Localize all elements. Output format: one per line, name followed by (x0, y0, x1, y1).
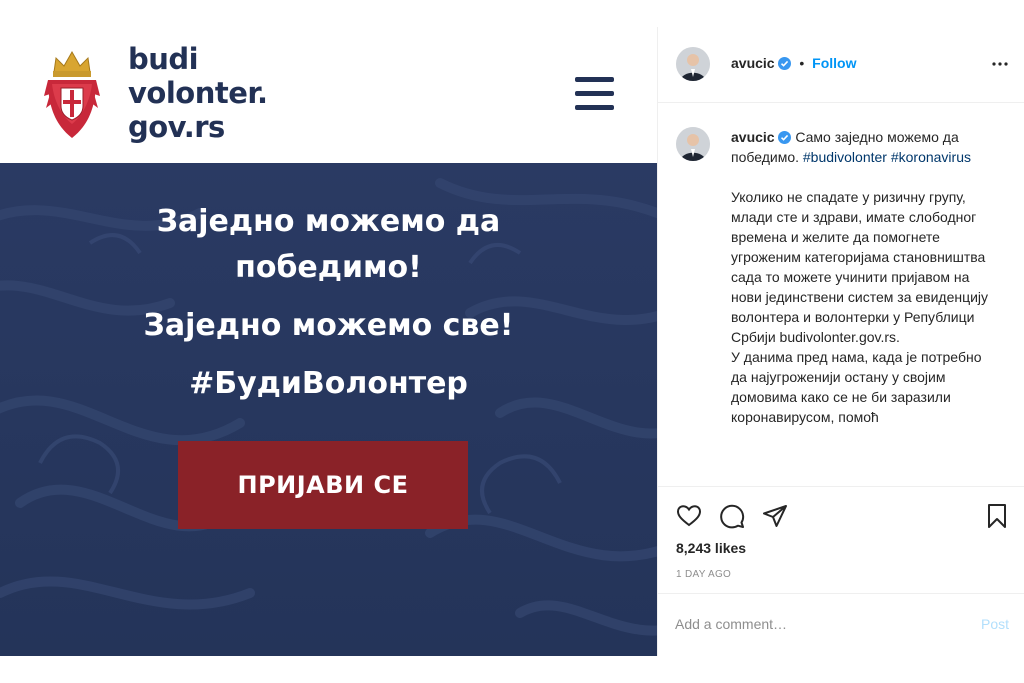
username[interactable]: avucic (731, 55, 775, 71)
comment-bar: Post (658, 593, 1024, 656)
hashtag-link[interactable]: #koronavirus (891, 149, 971, 165)
share-icon[interactable] (762, 503, 788, 529)
likes-count[interactable]: 8,243 likes (676, 540, 746, 556)
signup-button[interactable]: ПРИЈАВИ СЕ (178, 441, 468, 529)
post-actions (658, 487, 1024, 537)
site-header: budi volonter. gov.rs (0, 27, 657, 163)
brand-line-3: gov.rs (128, 110, 225, 144)
heart-icon[interactable] (676, 503, 702, 529)
hero-line-1: Заједно можемо да (156, 204, 501, 239)
hero-banner: Заједно можемо да победимо! Заједно може… (0, 163, 657, 656)
post-comment-button[interactable]: Post (981, 616, 1009, 632)
caption-avatar[interactable] (676, 127, 710, 161)
post-header: avucic • Follow (658, 27, 1024, 103)
more-options-icon[interactable] (991, 55, 1009, 73)
verified-badge-icon (778, 131, 792, 144)
post-panel: avucic • Follow avucic Само заједно може… (657, 27, 1024, 656)
brand-line-2: volonter. (128, 76, 268, 110)
hero-hashtag: #БудиВолонтер (189, 366, 468, 401)
brand-logo[interactable]: budi volonter. gov.rs (128, 42, 268, 144)
comment-input[interactable] (675, 616, 955, 632)
caption-first-paragraph: avucic Само заједно можемо да победимо. … (731, 127, 1001, 167)
hero-line-3: Заједно можемо све! (143, 308, 514, 343)
bookmark-icon[interactable] (984, 503, 1010, 529)
caption-username[interactable]: avucic (731, 129, 775, 145)
comment-icon[interactable] (719, 503, 745, 529)
separator-dot: • (799, 55, 805, 71)
verified-badge-icon (778, 57, 792, 70)
hamburger-menu-icon[interactable] (575, 77, 614, 111)
brand-line-1: budi (128, 42, 199, 76)
caption-scroll-area[interactable]: avucic Само заједно можемо да победимо. … (658, 103, 1024, 487)
avatar[interactable] (676, 47, 710, 81)
post-timestamp: 1 DAY AGO (676, 569, 732, 580)
hashtag-link[interactable]: #budivolonter (803, 149, 887, 165)
follow-button[interactable]: Follow (812, 55, 856, 71)
post-image: budi volonter. gov.rs Заједно можемо да … (0, 27, 657, 656)
hero-line-2: победимо! (235, 250, 422, 285)
serbia-coat-of-arms-icon (44, 50, 100, 138)
caption-body: Уколико не спадате у ризичну групу, млад… (731, 189, 989, 345)
post-header-row: avucic • Follow (731, 55, 857, 71)
caption-body-continued: У данима пред нама, када је потребно да … (731, 349, 982, 425)
caption: avucic Само заједно можемо да победимо. … (731, 127, 1001, 427)
